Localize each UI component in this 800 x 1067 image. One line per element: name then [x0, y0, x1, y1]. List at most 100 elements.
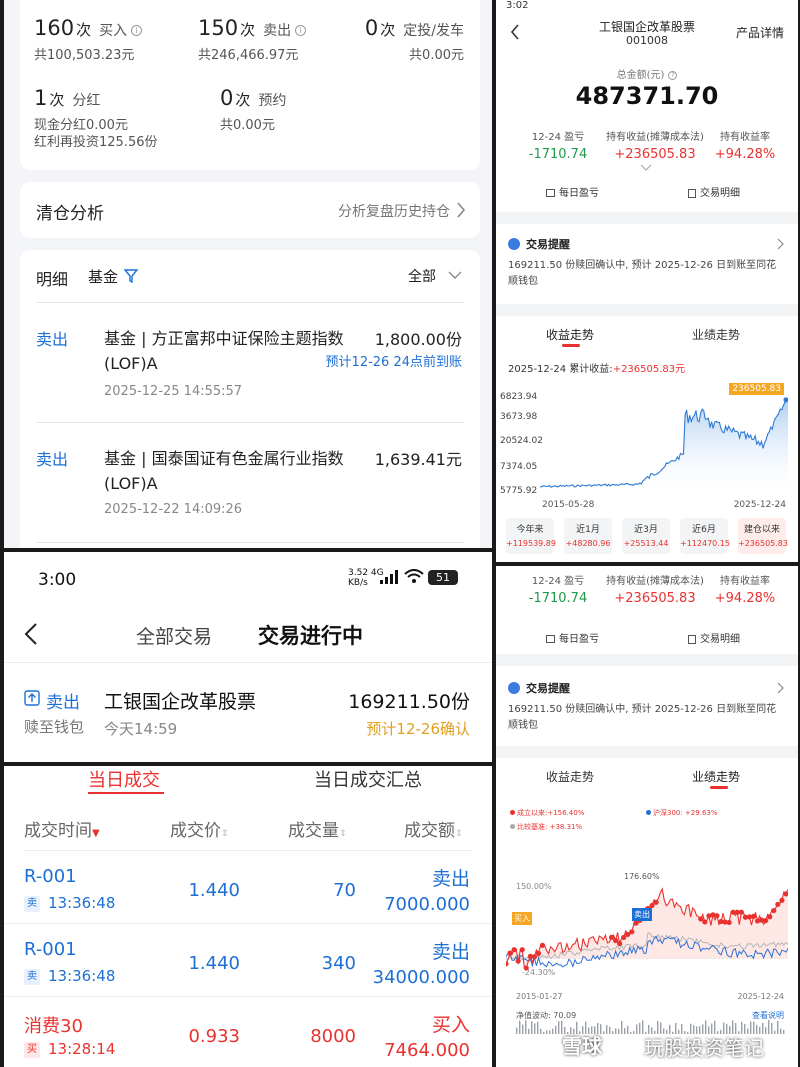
- clearance-analysis-row[interactable]: 清仓分析 分析复盘历史持仓: [20, 182, 480, 238]
- table-row[interactable]: R-001 卖 13:36:48 1.440 70 卖出 7000.000: [4, 852, 492, 924]
- volatility-bar: [768, 1020, 770, 1034]
- deal-direction: 卖出: [431, 941, 470, 963]
- header-amount[interactable]: 成交额⇕: [404, 816, 463, 841]
- product-detail-link[interactable]: 产品详情: [736, 24, 784, 41]
- deal-price: 1.440: [188, 880, 240, 901]
- tab-daily-deals[interactable]: 当日成交: [88, 766, 160, 792]
- chart-summary: 2025-12-24 累计收益:+236505.83元: [508, 364, 686, 375]
- trade-time: 今天14:59: [104, 720, 178, 738]
- tab-performance-trend[interactable]: 业绩走势: [692, 768, 740, 785]
- tab-in-progress[interactable]: 交易进行中: [258, 620, 363, 650]
- header-qty[interactable]: 成交量⇕: [288, 816, 347, 841]
- trade-marker: [653, 899, 659, 905]
- profit-area: [540, 399, 788, 494]
- trade-marker: [506, 961, 509, 967]
- volatility-bar: [618, 1028, 620, 1034]
- signal-icon: [380, 570, 398, 584]
- buy-label: 买入: [99, 23, 128, 39]
- all-dropdown[interactable]: 全部: [408, 266, 436, 286]
- deal-side-badge: 买: [24, 1042, 40, 1058]
- trade-notice-card[interactable]: 交易提醒 169211.50 份赎回确认中, 预计 2025-12-26 日到账…: [496, 666, 798, 746]
- deal-price: 0.933: [188, 1026, 240, 1047]
- total-label: 总金额(元): [616, 70, 665, 81]
- pending-trade-row[interactable]: 卖出 工银国企改革股票 169211.50份 赎至钱包 今天14:59 预计12…: [4, 672, 492, 750]
- auto-invest-stat[interactable]: 0 次定投/发车 共0.00元: [365, 16, 464, 65]
- sell-stat[interactable]: 150 次卖出 i 共246,466.97元: [198, 16, 307, 65]
- daily-pnl-button[interactable]: 每日盈亏: [546, 184, 599, 199]
- deal-direction: 买入: [431, 1014, 470, 1036]
- trade-notice-card[interactable]: 交易提醒 169211.50 份赎回确认中, 预计 2025-12-26 日到账…: [496, 224, 798, 304]
- table-row[interactable]: R-001 卖 13:36:48 1.440 340 卖出 34000.000: [4, 925, 492, 997]
- volatility-bar: [636, 1024, 638, 1034]
- account-summary-panel: 160 次买入 i 共100,503.23元 150 次卖出 i 共246,466.97…: [4, 0, 492, 548]
- trade-marker: [539, 942, 546, 948]
- volatility-bar: [639, 1022, 641, 1034]
- period-since-open-button[interactable]: 建仓以来 +236505.83: [738, 518, 788, 554]
- transaction-row[interactable]: 卖出 基金 | 方正富邦中证保险主题指数(LOF)A 1,800.00份 预计1…: [36, 326, 462, 426]
- snowball-logo-icon: [540, 1038, 558, 1057]
- trade-marker: [726, 919, 732, 926]
- period-6m-button[interactable]: 近6月 +112470.15: [680, 518, 730, 554]
- tx-amount: 1,639.41元: [374, 450, 462, 469]
- metric-daily: 12-24 盈亏 -1710.74: [528, 576, 588, 606]
- legend-hs300: 沪深300: +29.63%: [646, 808, 718, 818]
- y-tick-label: 5775.92: [500, 486, 538, 496]
- daily-pnl-button[interactable]: 每日盈亏: [546, 630, 599, 645]
- end-point: [783, 397, 788, 403]
- reservation-stat[interactable]: 0 次预约 共0.00元: [220, 86, 286, 135]
- tab-all-trades[interactable]: 全部交易: [136, 622, 212, 649]
- back-arrow-icon[interactable]: [24, 622, 38, 646]
- header-price[interactable]: 成交价⇕: [170, 816, 229, 841]
- sell-label: 卖出: [263, 23, 292, 39]
- legend-dot: [510, 824, 515, 829]
- tab-performance-trend[interactable]: 业绩走势: [692, 326, 740, 343]
- detail-filter[interactable]: 基金: [88, 266, 118, 287]
- volatility-bar: [777, 1020, 779, 1034]
- divider: [24, 850, 472, 851]
- metric-daily: 12-24 盈亏 -1710.74: [528, 132, 588, 162]
- notice-title: 交易提醒: [526, 238, 570, 251]
- notice-title: 交易提醒: [526, 682, 570, 695]
- tab-daily-summary[interactable]: 当日成交汇总: [314, 766, 422, 792]
- profit-chart-card: 收益走势 业绩走势 2025-12-24 累计收益:+236505.83元 23…: [496, 316, 798, 562]
- sell-marker: 卖出: [632, 908, 652, 921]
- volatility-bar: [603, 1031, 605, 1034]
- trade-confirm-date: 预计12-26确认: [366, 720, 470, 738]
- deal-code: R-001: [24, 866, 77, 887]
- tx-amount: 1,800.00份: [374, 330, 462, 349]
- buy-stat[interactable]: 160 次买入 i 共100,503.23元: [34, 16, 143, 65]
- chevron-right-icon: [457, 202, 466, 218]
- sell-count: 150: [198, 16, 239, 40]
- transaction-row[interactable]: 卖出 基金 | 国泰国证有色金属行业指数(LOF)A 1,639.41元 202…: [36, 446, 462, 536]
- header-time[interactable]: 成交时间▼: [24, 816, 100, 841]
- deal-qty: 8000: [310, 1026, 356, 1047]
- filter-icon[interactable]: [124, 269, 138, 283]
- volatility-bar: [612, 1031, 614, 1034]
- profit-line-chart[interactable]: [540, 390, 788, 494]
- volatility-bar: [783, 1029, 785, 1034]
- notice-text: 169211.50 份赎回确认中, 预计 2025-12-26 日到账至同花顺钱…: [508, 260, 777, 287]
- dividend-stat[interactable]: 1 次分红 现金分红0.00元 红利再投资125.56份: [34, 86, 158, 152]
- period-3m-button[interactable]: 近3月 +25513.44: [622, 518, 670, 554]
- tx-time: 2025-12-22 14:09:26: [104, 502, 243, 517]
- trade-marker: [535, 950, 542, 956]
- volatility-bar: [534, 1023, 536, 1034]
- performance-line-chart[interactable]: [506, 878, 788, 990]
- table-row[interactable]: 消费30 买 13:28:14 0.933 8000 买入 7464.000: [4, 998, 492, 1067]
- metric-rate: 持有收益率 +94.28%: [714, 132, 776, 162]
- trade-stats-card: 160 次买入 i 共100,503.23元 150 次卖出 i 共246,466.97…: [20, 0, 480, 170]
- trade-action: 卖出: [46, 693, 80, 713]
- volatility-bar: [633, 1031, 635, 1034]
- trade-destination: 赎至钱包: [24, 718, 85, 736]
- trade-detail-button[interactable]: 交易明细: [688, 630, 740, 645]
- chevron-down-icon[interactable]: [640, 164, 652, 172]
- deal-code: R-001: [24, 939, 77, 960]
- period-ytd-button[interactable]: 今年来 +119539.89: [506, 518, 556, 554]
- pending-trade-panel: 3:00 3.52 4G KB/s 51 全部交易 交易进行中 卖出 工银国企改革…: [4, 552, 492, 762]
- trade-marker: [617, 940, 623, 947]
- tab-profit-trend[interactable]: 收益走势: [546, 326, 594, 343]
- chevron-down-icon: [448, 271, 462, 279]
- period-1m-button[interactable]: 近1月 +48280.96: [564, 518, 612, 554]
- tab-profit-trend[interactable]: 收益走势: [546, 768, 594, 785]
- trade-detail-button[interactable]: 交易明细: [688, 184, 740, 199]
